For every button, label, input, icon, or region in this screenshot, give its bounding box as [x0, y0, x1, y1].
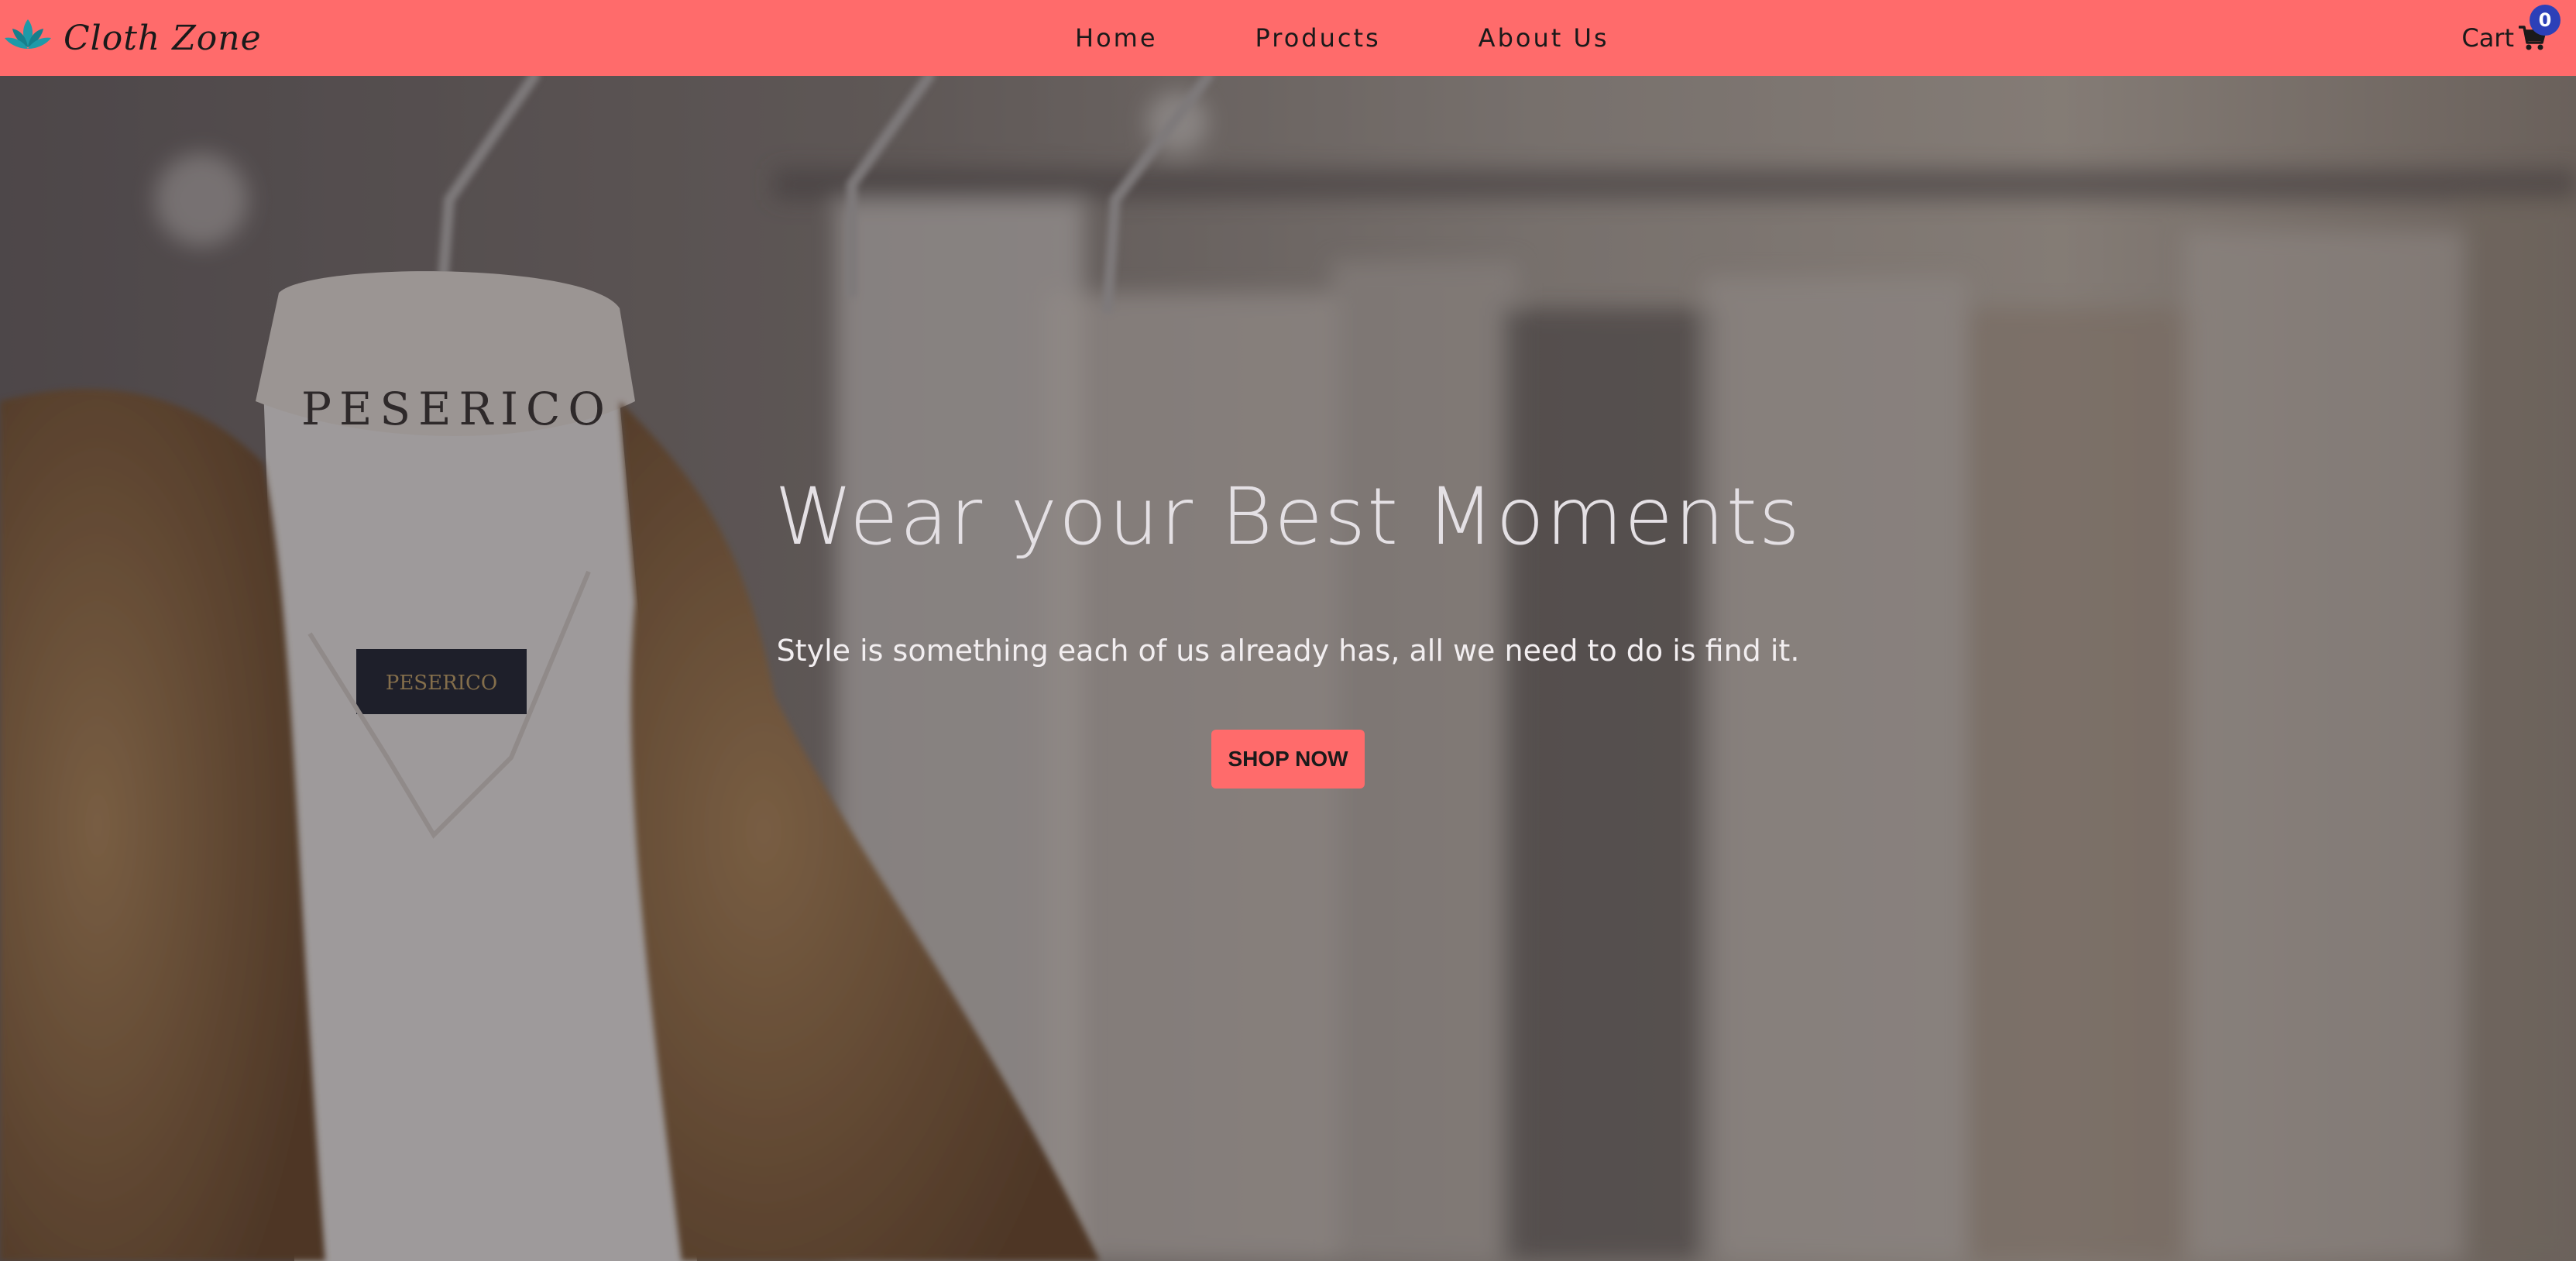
- cart-count-badge: 0: [2530, 5, 2561, 36]
- brand[interactable]: Cloth Zone: [3, 8, 262, 68]
- cart-label: Cart: [2461, 23, 2514, 53]
- main-nav: Home Products About Us: [1075, 0, 1609, 76]
- hero-title: Wear your Best Moments: [775, 471, 1801, 563]
- hero-section: PESERICO PESERICO Wear your Best Moments…: [0, 76, 2576, 1261]
- shop-now-button[interactable]: SHOP NOW: [1211, 730, 1365, 789]
- brand-name: Cloth Zone: [64, 18, 262, 58]
- nav-link-products[interactable]: Products: [1255, 23, 1381, 53]
- nav-link-home[interactable]: Home: [1075, 23, 1158, 53]
- hero-subtitle: Style is something each of us already ha…: [776, 634, 1800, 668]
- cart-button[interactable]: Cart 0: [2461, 0, 2561, 76]
- hero-content: Wear your Best Moments Style is somethin…: [0, 76, 2576, 1261]
- top-navbar: Cloth Zone Home Products About Us Cart 0: [0, 0, 2576, 76]
- lotus-icon: [5, 19, 51, 49]
- nav-link-about-us[interactable]: About Us: [1479, 23, 1609, 53]
